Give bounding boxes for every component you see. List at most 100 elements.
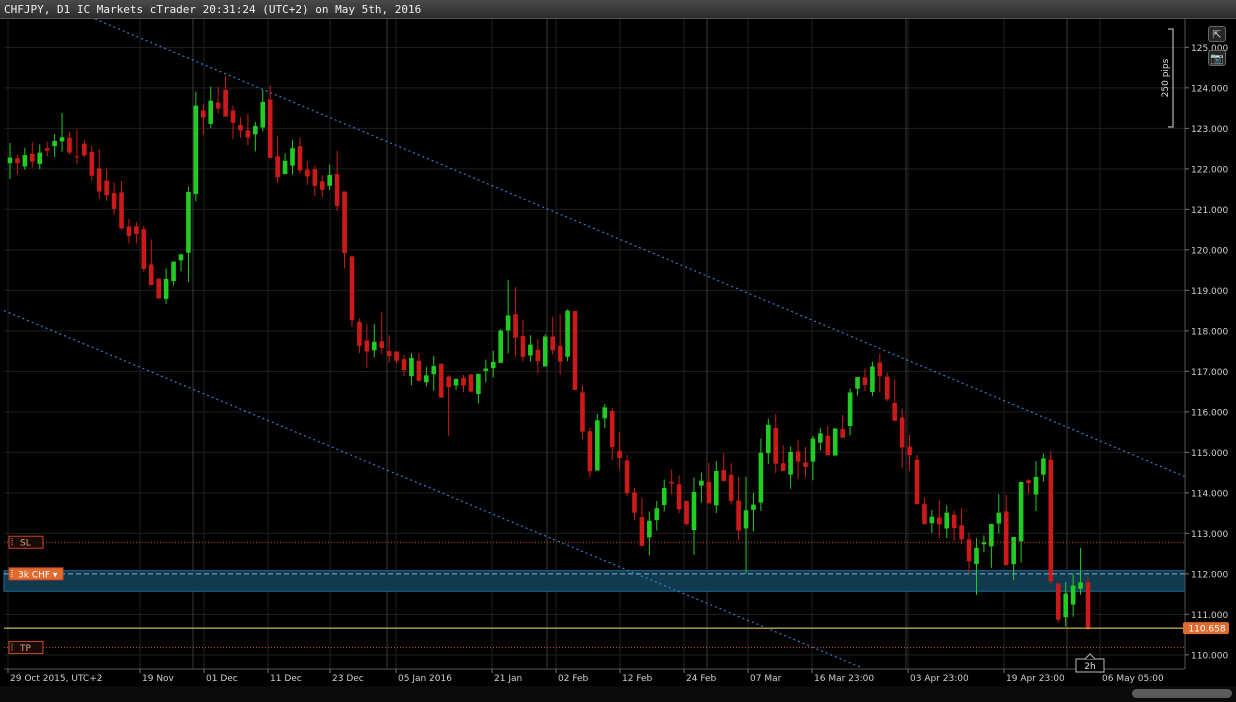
candle-countdown-label: 2h <box>1084 662 1095 672</box>
candle-body <box>550 336 556 351</box>
price-tick-label: 111.000 <box>1191 611 1228 621</box>
price-tick-label: 120.000 <box>1191 246 1228 256</box>
candle-body <box>126 226 132 237</box>
candle-body <box>572 310 578 390</box>
candle-body <box>156 278 161 299</box>
pip-scale-label: 250 pips <box>1161 58 1171 97</box>
candle-body <box>200 110 206 118</box>
candle-body <box>565 310 570 357</box>
order-tags-layer[interactable]: SL 3k CHF ▾ TP <box>8 535 64 655</box>
price-tick-label: 115.000 <box>1191 449 1228 459</box>
candle-body <box>1070 585 1076 605</box>
candles-layer <box>7 76 1091 631</box>
candle-body <box>67 137 72 153</box>
candle-body <box>632 492 637 513</box>
candle-body <box>840 429 845 438</box>
candle-body <box>825 435 831 456</box>
stop-loss-label: SL <box>20 539 31 549</box>
time-tick-label: 02 Feb <box>558 674 589 684</box>
price-tick-label: 114.000 <box>1191 489 1228 499</box>
candle-body <box>795 451 801 462</box>
time-tick-label: 11 Dec <box>270 674 302 684</box>
candle-body <box>305 169 310 177</box>
candle-body <box>773 428 779 464</box>
candle-body <box>870 366 875 392</box>
time-tick-label: 19 Apr 23:00 <box>1006 674 1065 684</box>
candle-body <box>193 105 199 194</box>
candle-body <box>766 424 771 454</box>
candle-body <box>364 340 370 352</box>
candle-body <box>230 110 236 123</box>
candle-body <box>520 336 526 357</box>
candle-body <box>89 151 95 176</box>
candle-body <box>684 500 689 525</box>
candle-body <box>959 525 964 540</box>
candle-body <box>944 512 950 529</box>
candle-body <box>409 357 414 377</box>
expand-icon[interactable]: ⇱ <box>1208 26 1226 42</box>
candle-body <box>505 315 511 331</box>
candle-body <box>595 420 600 471</box>
candle-body <box>922 504 927 525</box>
candle-body <box>282 160 288 175</box>
candle-body <box>394 351 399 361</box>
candle-body <box>937 517 942 525</box>
candle-body <box>669 481 674 484</box>
candle-body <box>424 375 429 383</box>
candle-body <box>148 264 154 286</box>
time-tick-label: 16 Mar 23:00 <box>814 674 874 684</box>
candle-body <box>7 157 13 164</box>
candle-body <box>483 368 489 371</box>
horizontal-scrollbar-track[interactable] <box>0 686 1236 702</box>
camera-icon[interactable]: 📷 <box>1208 50 1226 66</box>
candle-body <box>238 125 243 131</box>
candle-body <box>253 125 258 135</box>
candle-body <box>699 480 704 486</box>
trendlines-layer[interactable] <box>3 19 1186 668</box>
candle-body <box>855 377 860 389</box>
time-tick-label: 12 Feb <box>622 674 653 684</box>
candle-body <box>416 360 422 381</box>
candle-body <box>557 345 563 362</box>
candle-body <box>29 153 35 162</box>
candle-body <box>357 321 362 346</box>
candle-body <box>647 520 652 538</box>
time-axis[interactable]: 29 Oct 2015, UTC+2 19 Nov 01 Dec 11 Dec 23 D… <box>4 653 1185 684</box>
candle-body <box>1003 511 1009 565</box>
candle-body <box>661 487 667 505</box>
candle-body <box>386 351 392 356</box>
candle-body <box>721 470 727 482</box>
candle-body <box>245 130 251 138</box>
candle-body <box>59 137 65 142</box>
price-tick-label: 116.000 <box>1191 408 1228 418</box>
time-tick-label: 24 Feb <box>686 674 717 684</box>
candle-body <box>513 314 518 338</box>
candle-body <box>743 510 749 529</box>
candle-body <box>877 362 883 377</box>
candle-body <box>327 174 332 186</box>
price-tick-label: 123.000 <box>1191 125 1228 135</box>
horizontal-scrollbar-thumb[interactable] <box>1132 689 1232 698</box>
candle-body <box>676 484 682 510</box>
position-label: 3k CHF ▾ <box>18 570 58 580</box>
price-chart[interactable]: 110.000 111.000 112.000 113.000 114.000 115.0… <box>0 19 1236 702</box>
price-tick-label: 119.000 <box>1191 287 1228 297</box>
candle-body <box>832 428 838 456</box>
candle-body <box>907 446 912 456</box>
candle-body <box>818 433 823 443</box>
candle-body <box>617 450 622 459</box>
candle-body <box>862 377 868 386</box>
candle-body <box>476 373 481 395</box>
candle-body <box>104 180 109 196</box>
candle-body <box>15 158 20 164</box>
candle-body <box>453 379 459 386</box>
candle-body <box>349 256 355 320</box>
candle-body <box>528 344 533 356</box>
candle-body <box>171 261 176 282</box>
candle-body <box>602 407 608 419</box>
time-tick-label: 03 Apr 23:00 <box>910 674 969 684</box>
candle-body <box>96 168 102 192</box>
take-profit-label: TP <box>19 644 31 654</box>
candle-body <box>580 392 585 432</box>
candle-body <box>22 155 28 167</box>
